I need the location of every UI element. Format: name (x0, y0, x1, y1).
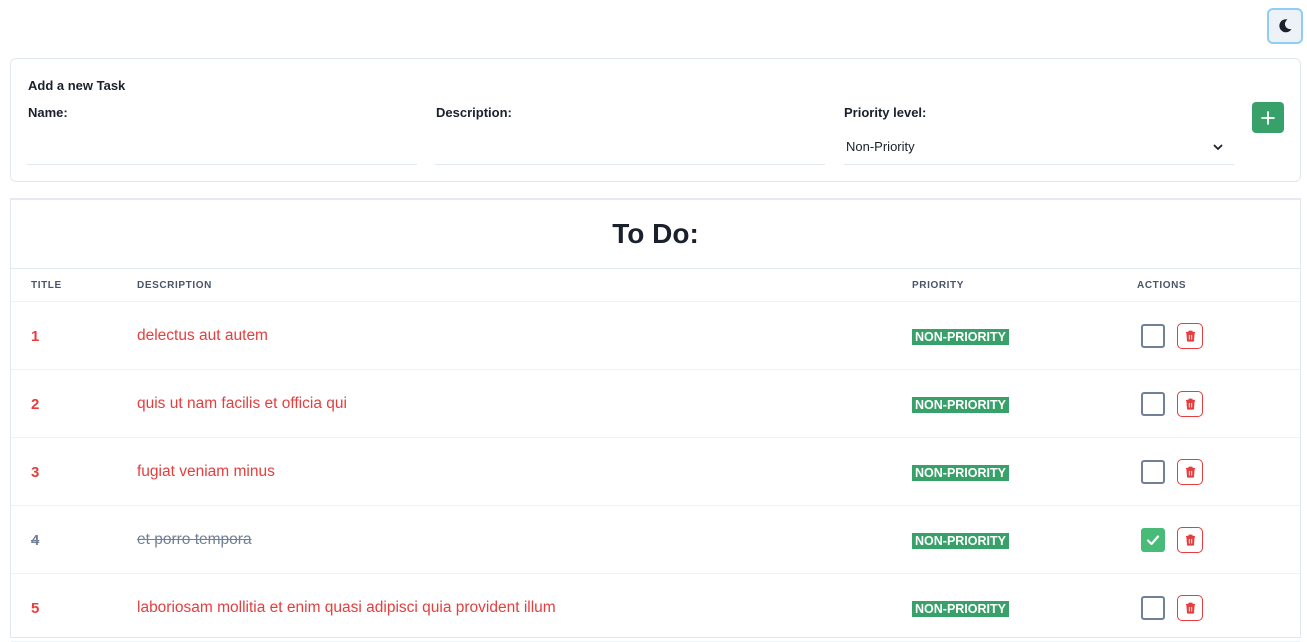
task-description: quis ut nam facilis et officia qui (137, 395, 347, 412)
task-description: delectus aut autem (137, 327, 268, 344)
priority-select[interactable]: Non-Priority (844, 129, 1234, 165)
table-row: 5 laboriosam mollitia et enim quasi adipi… (11, 574, 1300, 642)
check-icon (1146, 535, 1160, 546)
table-row: 3 fugiat veniam minus NON-PRIORITY (11, 438, 1300, 506)
form-title: Add a new Task (28, 78, 126, 93)
task-title: 1 (31, 328, 40, 345)
task-title: 3 (31, 464, 40, 481)
task-description: et porro tempora (137, 531, 252, 548)
complete-checkbox[interactable] (1141, 596, 1165, 620)
column-title: TITLE (31, 280, 62, 291)
task-title: 5 (31, 600, 40, 617)
priority-badge: NON-PRIORITY (912, 329, 1009, 345)
moon-icon (1279, 19, 1292, 33)
table-heading: To Do: (11, 200, 1300, 269)
delete-button[interactable] (1177, 323, 1203, 349)
plus-icon (1261, 110, 1275, 125)
table-row: 2 quis ut nam facilis et officia qui NON-P… (11, 370, 1300, 438)
complete-checkbox[interactable] (1141, 324, 1165, 348)
trash-icon (1185, 330, 1195, 342)
trash-icon (1185, 602, 1195, 614)
column-actions: ACTIONS (1137, 280, 1187, 291)
priority-badge: NON-PRIORITY (912, 533, 1009, 549)
priority-badge: NON-PRIORITY (912, 465, 1009, 481)
trash-icon (1185, 534, 1195, 546)
theme-toggle-button[interactable] (1267, 8, 1303, 44)
complete-checkbox[interactable] (1141, 392, 1165, 416)
delete-button[interactable] (1177, 391, 1203, 417)
chevron-down-icon (1213, 144, 1223, 150)
priority-badge: NON-PRIORITY (912, 397, 1009, 413)
table-body: 1 delectus aut autem NON-PRIORITY 2 quis ut … (11, 302, 1300, 642)
task-description: laboriosam mollitia et enim quasi adipis… (137, 599, 556, 616)
column-priority: PRIORITY (912, 280, 965, 291)
task-title: 4 (31, 532, 40, 549)
task-description: fugiat veniam minus (137, 463, 275, 480)
description-label: Description: (436, 105, 512, 120)
add-task-button[interactable] (1252, 102, 1284, 133)
trash-icon (1185, 466, 1195, 478)
complete-checkbox[interactable] (1141, 460, 1165, 484)
trash-icon (1185, 398, 1195, 410)
name-input[interactable] (27, 127, 417, 165)
name-label: Name: (28, 105, 68, 120)
description-input[interactable] (435, 127, 825, 165)
delete-button[interactable] (1177, 595, 1203, 621)
priority-selected-value: Non-Priority (846, 139, 915, 154)
add-task-form: Add a new Task Name: Description: Priori… (10, 58, 1301, 182)
table-row: 1 delectus aut autem NON-PRIORITY (11, 302, 1300, 370)
delete-button[interactable] (1177, 459, 1203, 485)
priority-badge: NON-PRIORITY (912, 601, 1009, 617)
complete-checkbox[interactable] (1141, 528, 1165, 552)
priority-label: Priority level: (844, 105, 927, 120)
todo-table: To Do: TITLE DESCRIPTION PRIORITY ACTION… (10, 198, 1301, 642)
delete-button[interactable] (1177, 527, 1203, 553)
task-title: 2 (31, 396, 40, 413)
table-header: TITLE DESCRIPTION PRIORITY ACTIONS (11, 269, 1300, 302)
column-description: DESCRIPTION (137, 280, 212, 291)
table-row: 4 et porro tempora NON-PRIORITY (11, 506, 1300, 574)
